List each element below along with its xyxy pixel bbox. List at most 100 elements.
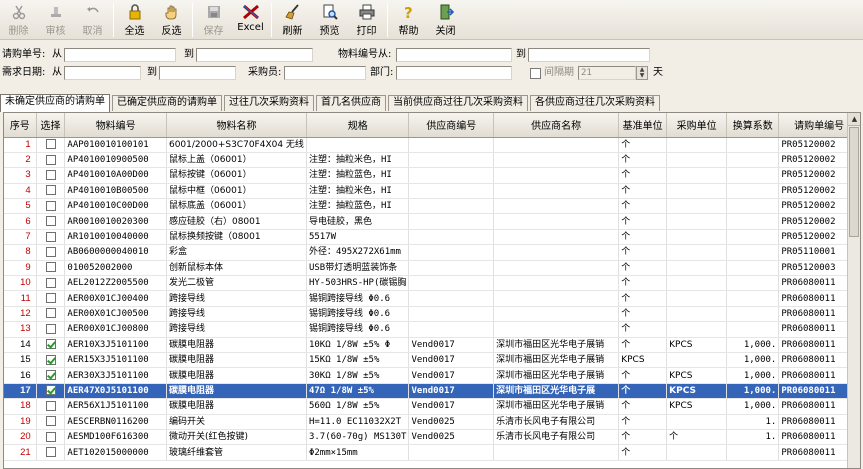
toolbar-button-10[interactable]: ? 帮助 [390,0,427,40]
tab-0[interactable]: 未确定供应商的请购单 [0,94,110,112]
toolbar-button-5[interactable]: 保存 [195,0,232,40]
column-header[interactable]: 基准单位 [618,113,668,138]
select-checkbox[interactable] [45,431,56,442]
select-cell[interactable] [36,398,66,415]
select-checkbox[interactable] [45,293,56,304]
tab-3[interactable]: 首几名供应商 [316,95,386,111]
table-row[interactable]: 18 AER56X1J5101100 碳膜电阻器 560Ω 1/8W ±5% Vend… [4,398,860,415]
need-date-from-input[interactable] [64,66,141,80]
material-no-from-input[interactable] [396,48,512,62]
select-checkbox[interactable] [45,169,56,180]
column-header[interactable]: 规格 [306,113,410,138]
toolbar-button-9[interactable]: 打印 [348,0,385,40]
tab-1[interactable]: 已确定供应商的请购单 [112,95,222,111]
toolbar-button-8[interactable]: 预览 [311,0,348,40]
table-row[interactable]: 9 010052002000 创新鼠标本体 USB带灯透明蓝装饰条个 PR0512000… [4,260,860,277]
column-header[interactable]: 物料名称 [166,113,307,138]
select-cell[interactable] [36,244,66,261]
column-header[interactable]: 物料编号 [64,113,167,138]
table-row[interactable]: 6 AR0010010020300 感应硅胶（右）08001 导电硅胶，黑色个 PR05… [4,213,860,230]
table-row[interactable]: 2 AP4010010900500 鼠标上盖（06001） 注塑：抽粒米色，HI 个 PR… [4,152,860,169]
select-cell[interactable] [36,383,66,400]
need-date-to-input[interactable] [159,66,236,80]
select-cell[interactable] [36,414,66,430]
select-checkbox[interactable] [45,339,56,350]
toolbar-button-4[interactable]: 反选 [153,0,190,40]
table-row[interactable]: 10 AEL2012Z2005500 发光二极管 HY-503HRS-HP(碳锡胸个 P… [4,275,860,292]
vertical-scrollbar[interactable]: ▲ [847,113,860,468]
select-checkbox[interactable] [45,308,56,319]
select-checkbox[interactable] [45,323,56,334]
table-row[interactable]: 5 AP4010010C00D00 鼠标底盖（06001） 注塑：抽粒蓝色，HI 个 PR… [4,198,860,215]
select-cell[interactable] [36,429,66,446]
select-checkbox[interactable] [45,185,56,196]
material-no-to-input[interactable] [528,48,650,62]
select-cell[interactable] [36,183,66,200]
column-header[interactable]: 供应商名称 [493,113,620,138]
table-row[interactable]: 14 AER10X3J5101100 碳膜电阻器 10KΩ 1/8W ±5% Φ Ven… [4,337,860,353]
table-row[interactable]: 1 AAP010010100101 6001/2000+S3C70F4X04 无线 个… [4,137,860,153]
select-cell[interactable] [36,213,66,230]
table-row[interactable]: 13 AER00X01CJ00800 跨接导线 锡铜跨接导线 Φ0.6 个 PR06080… [4,321,860,338]
toolbar-button-0[interactable]: 删除 [0,0,37,40]
table-row[interactable]: 20 AESMD100F616300 微动开关(红色按键) 3.7(60-70g) M… [4,429,860,446]
toolbar-button-7[interactable]: 刷新 [274,0,311,40]
select-cell[interactable] [36,444,66,461]
table-row[interactable]: 19 AESCERBN0116200 编码开关 H=11.0 EC11032X2T Ve… [4,414,860,430]
select-checkbox[interactable] [45,400,56,411]
table-row[interactable]: 3 AP4010010A00D00 鼠标按键（06001） 注塑：抽粒蓝色，HI 个 PR… [4,167,860,184]
toolbar-button-1[interactable]: 审核 [37,0,74,40]
table-row[interactable]: 8 AB0600000040010 彩盒 外径：495X272X61mm 个 PR0511… [4,244,860,261]
select-checkbox[interactable] [45,370,56,381]
interval-spinner[interactable]: ▲ ▼ [636,66,648,80]
toolbar-button-2[interactable]: 取消 [74,0,111,40]
select-cell[interactable] [36,167,66,184]
toolbar-button-6[interactable]: Excel [232,0,269,40]
column-header[interactable]: 采购单位 [666,113,728,138]
table-row[interactable]: 11 AER00X01CJ00400 跨接导线 锡铜跨接导线 Φ0.6 个 PR06080… [4,290,860,307]
req-no-to-input[interactable] [196,48,313,62]
select-cell[interactable] [36,337,66,353]
select-cell[interactable] [36,352,66,369]
select-cell[interactable] [36,260,66,277]
table-row[interactable]: 4 AP4010010B00500 鼠标中框（06001） 注塑：抽粒米色，HI 个 PR… [4,183,860,200]
select-checkbox[interactable] [45,277,56,288]
select-checkbox[interactable] [45,385,56,396]
select-checkbox[interactable] [45,216,56,227]
table-row[interactable]: 16 AER30X3J5101100 碳膜电阻器 30KΩ 1/8W ±5% Vend… [4,367,860,384]
toolbar-button-3[interactable]: 全选 [116,0,153,40]
select-cell[interactable] [36,198,66,215]
select-cell[interactable] [36,290,66,307]
tab-5[interactable]: 各供应商过往几次采购资料 [530,95,660,111]
select-checkbox[interactable] [45,246,56,257]
select-checkbox[interactable] [45,262,56,273]
tab-4[interactable]: 当前供应商过往几次采购资料 [388,95,528,111]
column-header[interactable]: 供应商编号 [408,113,495,138]
select-cell[interactable] [36,152,66,169]
buyer-input[interactable] [284,66,366,80]
select-checkbox[interactable] [45,354,56,365]
select-checkbox[interactable] [45,200,56,211]
dept-input[interactable] [396,66,512,80]
table-row[interactable]: 21 AET102015000000 玻璃纤维套管 Φ2mm×15mm 个 PR06080… [4,444,860,461]
column-header[interactable]: 选择 [36,113,66,138]
scroll-up-icon[interactable]: ▲ [848,113,860,126]
scroll-thumb[interactable] [849,127,859,237]
table-row[interactable]: 15 AER15X3J5101100 碳膜电阻器 15KΩ 1/8W ±5% Vend… [4,352,860,369]
interval-checkbox[interactable] [530,68,541,79]
select-checkbox[interactable] [45,139,56,150]
select-checkbox[interactable] [45,154,56,165]
select-cell[interactable] [36,367,66,384]
tab-2[interactable]: 过往几次采购资料 [224,95,314,111]
table-row[interactable]: 12 AER00X01CJ00500 跨接导线 锡铜跨接导线 Φ0.6 个 PR06080… [4,306,860,323]
req-no-from-input[interactable] [64,48,176,62]
toolbar-button-11[interactable]: 关闭 [427,0,464,40]
select-checkbox[interactable] [45,447,56,457]
interval-input[interactable]: 21 [578,66,636,80]
select-checkbox[interactable] [45,416,56,427]
table-row[interactable]: 17 AER47X0J5101100 碳膜电阻器 47Ω 1/8W ±5% Vend0… [4,383,860,400]
select-cell[interactable] [36,229,66,246]
table-row[interactable]: 7 AR1010010040000 鼠标换频按键（08001 5517W 个 PR0512… [4,229,860,246]
select-cell[interactable] [36,275,66,292]
column-header[interactable]: 换算系数 [726,113,780,138]
